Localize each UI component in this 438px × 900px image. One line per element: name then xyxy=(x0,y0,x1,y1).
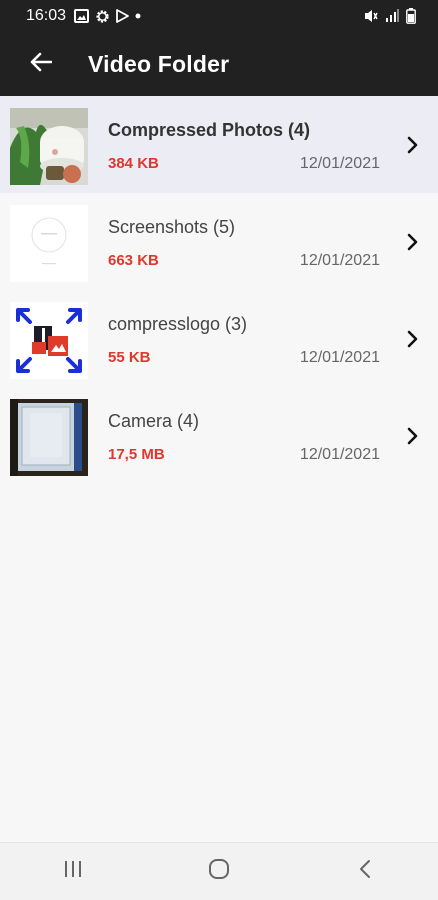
folder-name: Compressed Photos (4) xyxy=(108,120,311,140)
folder-thumbnail xyxy=(10,399,88,476)
status-time: 16:03 xyxy=(26,7,67,24)
folder-thumbnail xyxy=(10,108,88,185)
chevron-right-icon xyxy=(406,329,420,349)
folder-item-compressed-photos[interactable]: Compressed Photos (4) 384 KB 12/01/2021 xyxy=(0,96,438,193)
chevron-right-icon xyxy=(406,232,420,252)
folder-name: Screenshots (5) xyxy=(108,217,236,237)
folder-date: 12/01/2021 xyxy=(299,252,380,269)
vibrate-mute-icon xyxy=(364,9,378,23)
status-bar: 16:03 xyxy=(0,0,438,32)
arrow-left-icon xyxy=(30,52,53,77)
page-title: Video Folder xyxy=(88,50,230,77)
folder-thumbnail xyxy=(10,205,88,282)
home-button[interactable] xyxy=(189,850,249,894)
back-button[interactable] xyxy=(14,32,68,96)
folder-date: 12/01/2021 xyxy=(299,446,380,463)
signal-icon xyxy=(385,9,399,23)
folder-name: compresslogo (3) xyxy=(108,314,248,334)
folder-size: 55 KB xyxy=(108,349,151,366)
home-icon xyxy=(208,858,230,885)
chevron-right-icon xyxy=(406,426,420,446)
folder-list: Compressed Photos (4) 384 KB 12/01/2021 … xyxy=(0,96,438,484)
settings-icon xyxy=(95,9,110,24)
recent-apps-button[interactable] xyxy=(43,850,103,894)
folder-name: Camera (4) xyxy=(108,411,200,431)
dot-icon xyxy=(135,13,141,19)
image-icon xyxy=(74,9,90,23)
folder-item-screenshots[interactable]: Screenshots (5) 663 KB 12/01/2021 xyxy=(0,193,438,290)
folder-date: 12/01/2021 xyxy=(299,349,380,366)
play-store-icon xyxy=(116,9,129,23)
folder-date: 12/01/2021 xyxy=(299,155,380,172)
folder-thumbnail xyxy=(10,302,88,379)
folder-size: 17,5 MB xyxy=(108,446,165,463)
recent-apps-icon xyxy=(63,860,83,883)
system-back-button[interactable] xyxy=(335,850,395,894)
system-nav-bar xyxy=(0,842,438,900)
chevron-right-icon xyxy=(406,135,420,155)
app-bar: Video Folder xyxy=(0,32,438,96)
folder-size: 384 KB xyxy=(108,155,159,172)
folder-item-camera[interactable]: Camera (4) 17,5 MB 12/01/2021 xyxy=(0,387,438,484)
back-icon xyxy=(358,859,372,884)
folder-size: 663 KB xyxy=(108,252,159,269)
battery-icon xyxy=(406,8,416,24)
folder-item-compresslogo[interactable]: compresslogo (3) 55 KB 12/01/2021 xyxy=(0,290,438,387)
